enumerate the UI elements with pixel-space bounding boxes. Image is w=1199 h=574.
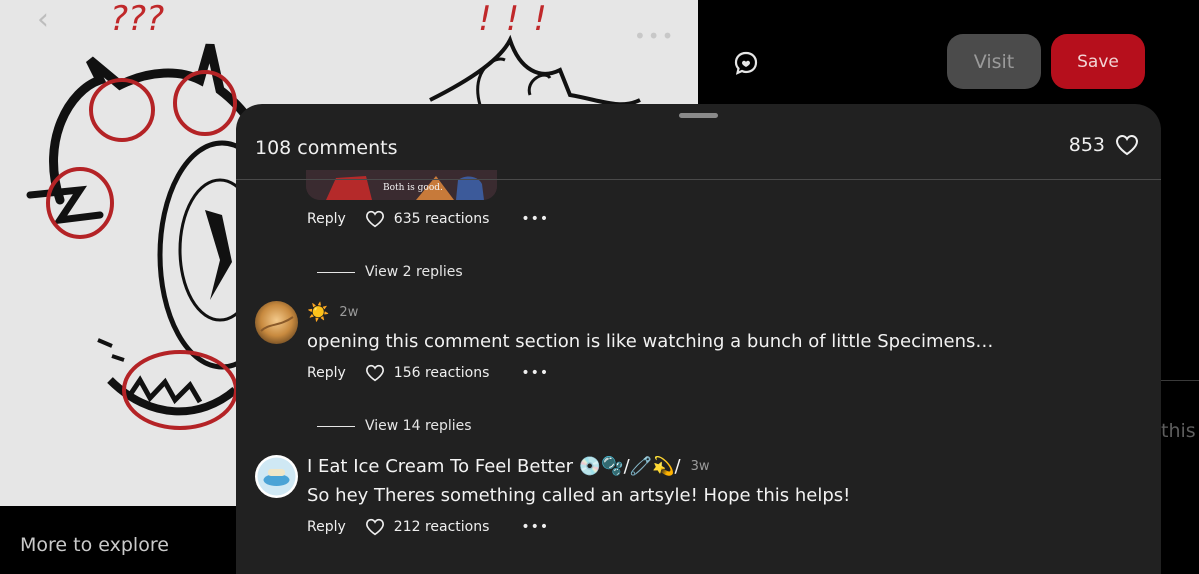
- reply-button[interactable]: Reply: [307, 365, 346, 381]
- header-divider: [236, 179, 1161, 180]
- comment-actions: Reply 212 reactions •••: [307, 518, 549, 536]
- heart-icon: [1115, 134, 1139, 156]
- more-options-icon[interactable]: •••: [521, 519, 549, 535]
- view-replies-label: View 2 replies: [365, 264, 463, 280]
- comments-sheet: 108 comments 853 Both is good. Reply 635…: [236, 104, 1161, 574]
- reply-button[interactable]: Reply: [307, 211, 346, 227]
- reactions-count: 212 reactions: [393, 519, 490, 535]
- comment-author[interactable]: I Eat Ice Cream To Feel Better 💿🫧/🧷💫/: [307, 456, 681, 477]
- likes-count: 853: [1068, 134, 1105, 156]
- likes-button[interactable]: 853: [1069, 134, 1139, 156]
- more-options-icon[interactable]: •••: [521, 365, 549, 381]
- divider: [1161, 380, 1199, 381]
- view-replies-button[interactable]: View 2 replies: [317, 264, 463, 280]
- back-chevron-icon[interactable]: ‹: [28, 4, 58, 36]
- more-options-icon[interactable]: •••: [634, 26, 675, 46]
- comment-text: So hey Theres something called an artsyl…: [307, 485, 851, 506]
- reactions-count: 156 reactions: [393, 365, 490, 381]
- save-button[interactable]: Save: [1051, 34, 1145, 89]
- comment-bubble-icon[interactable]: [733, 50, 759, 76]
- view-replies-label: View 14 replies: [365, 418, 472, 434]
- avatar[interactable]: [255, 301, 298, 344]
- comment-image[interactable]: Both is good.: [306, 170, 497, 200]
- drag-handle[interactable]: [679, 113, 718, 118]
- comment-time: 3w: [690, 459, 710, 474]
- sketch-annotation-left: ???: [110, 0, 164, 39]
- comment-author-row: I Eat Ice Cream To Feel Better 💿🫧/🧷💫/ 3w: [307, 456, 709, 477]
- sketch-annotation-right: !!!: [478, 0, 561, 39]
- heart-icon[interactable]: [365, 210, 385, 228]
- comment-actions: Reply 156 reactions •••: [307, 364, 549, 382]
- replies-line: [317, 271, 355, 273]
- comments-count-title: 108 comments: [255, 137, 398, 159]
- avatar[interactable]: [255, 455, 298, 498]
- comment-author[interactable]: ☀️: [307, 302, 329, 323]
- comment-time: 2w: [339, 305, 359, 320]
- view-replies-button[interactable]: View 14 replies: [317, 418, 472, 434]
- replies-line: [317, 425, 355, 427]
- comment-text: opening this comment section is like wat…: [307, 331, 994, 352]
- more-to-explore-label: More to explore: [20, 534, 169, 556]
- comment-image-caption: Both is good.: [383, 183, 443, 193]
- comment-author-row: ☀️ 2w: [307, 302, 358, 323]
- reactions-count: 635 reactions: [393, 211, 490, 227]
- heart-icon[interactable]: [365, 518, 385, 536]
- reply-button[interactable]: Reply: [307, 519, 346, 535]
- avatar-image: [255, 455, 298, 498]
- more-options-icon[interactable]: •••: [521, 211, 549, 227]
- visit-button[interactable]: Visit: [947, 34, 1041, 89]
- comment-actions: Reply 635 reactions •••: [307, 210, 549, 228]
- avatar-image: [255, 301, 298, 344]
- heart-icon[interactable]: [365, 364, 385, 382]
- partial-text: this h: [1161, 420, 1199, 442]
